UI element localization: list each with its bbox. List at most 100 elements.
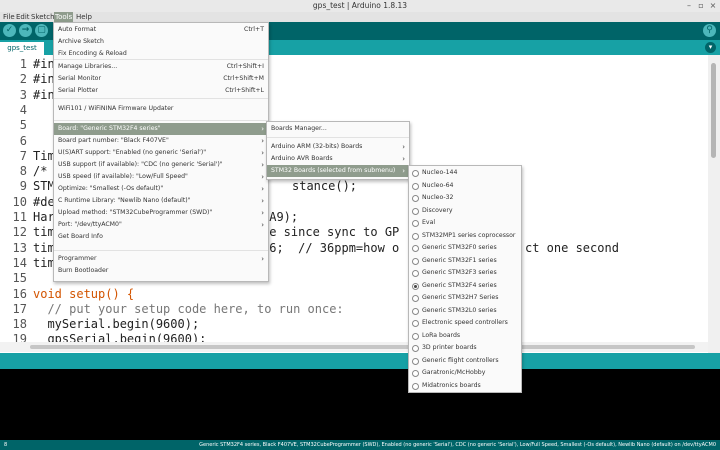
radio-icon (412, 307, 419, 315)
stm32-board-item[interactable]: Nucleo-32 (409, 192, 521, 204)
menu-separator (54, 59, 268, 60)
code-line: #in (33, 57, 55, 71)
tools-menu-item[interactable]: WiFi101 / WiFiNINA Firmware Updater (54, 103, 268, 115)
menu-bar: File Edit Sketch Tools Help (0, 12, 720, 22)
boards-menu-item[interactable]: Arduino AVR Boards › (267, 153, 409, 165)
boards-menu-item[interactable]: Boards Manager... (267, 123, 409, 135)
code-line: void setup() { (33, 286, 135, 301)
tab-gps-test[interactable]: gps_test (0, 42, 44, 55)
stm32-board-item[interactable]: Nucleo-144 (409, 167, 521, 179)
line-number-gutter: 1 (19, 57, 27, 71)
menu-tools[interactable]: Tools (54, 12, 74, 22)
stm32-board-item[interactable]: Generic STM32F0 series (409, 242, 521, 254)
tools-menu-item[interactable]: Port: "/dev/ttyACM0" › (54, 219, 268, 231)
stm32-board-item[interactable]: LoRa boards (409, 330, 521, 342)
menu-help[interactable]: Help (75, 12, 93, 22)
tools-menu-item[interactable]: Upload method: "STM32CubeProgrammer (SWD… (54, 207, 268, 219)
hscroll-thumb[interactable] (30, 345, 695, 349)
tools-menu-item[interactable]: USB speed (if available): "Low/Full Spee… (54, 171, 268, 183)
submenu-arrow-icon: › (261, 197, 264, 205)
stm32-board-item[interactable]: Generic STM32H7 Series (409, 292, 521, 304)
tools-menu-item-label: USB speed (if available): "Low/Full Spee… (58, 173, 188, 180)
submenu-arrow-icon: › (402, 143, 405, 151)
stm32-board-item[interactable]: Generic STM32F4 series (409, 280, 521, 292)
status-bar: 8 Generic STM32F4 series, Black F407VE, … (0, 440, 720, 450)
line-number-gutter: 13 (12, 240, 27, 255)
tools-menu-item[interactable]: Archive Sketch (54, 36, 268, 48)
stm32-board-label: LoRa boards (422, 331, 461, 339)
line-number-gutter: 14 (12, 255, 27, 270)
tools-menu-item[interactable]: USB support (if available): "CDC (no gen… (54, 159, 268, 171)
submenu-arrow-icon: › (261, 125, 264, 133)
stm32-board-item[interactable]: Eval (409, 217, 521, 229)
tools-menu-item-label: Board: "Generic STM32F4 series" (58, 125, 161, 132)
tools-menu-item[interactable]: Manage Libraries... Ctrl+Shift+I (54, 61, 268, 73)
radio-icon (412, 357, 419, 365)
tools-menu-item[interactable]: U(S)ART support: "Enabled (no generic 'S… (54, 147, 268, 159)
vertical-scrollbar[interactable] (708, 55, 720, 353)
line-number-gutter: 6 (19, 133, 27, 148)
radio-icon (412, 370, 419, 377)
maximize-icon[interactable]: ▫ (696, 1, 706, 11)
line-number-gutter: 2 (19, 72, 27, 87)
tools-menu-item[interactable]: Serial Monitor Ctrl+Shift+M (54, 73, 268, 85)
menu-sketch[interactable]: Sketch (30, 12, 56, 22)
stm32-board-item[interactable]: Nucleo-64 (409, 180, 521, 192)
stm32-board-item[interactable]: Generic flight controllers (409, 355, 521, 367)
menu-edit[interactable]: Edit (15, 12, 31, 22)
stm32-board-item[interactable]: Garatronic/McHobby (409, 367, 521, 379)
tools-menu-item[interactable]: Board: "Generic STM32F4 series" › (54, 123, 268, 135)
line-number-gutter: 3 (19, 87, 27, 102)
stm32-board-item[interactable]: STM32MP1 series coprocessor (409, 230, 521, 242)
tools-menu-item[interactable]: Programmer › (54, 253, 268, 265)
line-number-gutter: 18 (12, 317, 27, 332)
stm32-board-item[interactable]: Midatronics boards (409, 380, 521, 392)
tools-menu-item[interactable]: Burn Bootloader (54, 265, 268, 277)
horizontal-scrollbar[interactable] (0, 342, 708, 352)
stm32-board-item[interactable]: Generic STM32L0 series (409, 305, 521, 317)
tools-menu-item[interactable]: Serial Plotter Ctrl+Shift+L (54, 85, 268, 97)
tools-menu-item-label: Upload method: "STM32CubeProgrammer (SWD… (58, 209, 213, 216)
submenu-arrow-icon: › (261, 161, 264, 169)
stm32-board-item[interactable]: Generic STM32F3 series (409, 267, 521, 279)
tools-menu-item[interactable]: Get Board Info (54, 231, 268, 243)
radio-icon (412, 207, 419, 215)
serial-monitor-icon[interactable]: ⚲ (703, 24, 716, 37)
submenu-arrow-icon: › (261, 149, 264, 157)
radio-icon (412, 295, 419, 302)
radio-icon (412, 282, 419, 290)
minimize-icon[interactable]: – (684, 1, 694, 11)
boards-submenu: Boards Manager... Arduino ARM (32-bits) B… (266, 121, 410, 180)
close-icon[interactable]: × (708, 1, 718, 11)
stm32-board-item[interactable]: Discovery (409, 205, 521, 217)
submenu-arrow-icon: › (261, 209, 264, 217)
stm32-board-item[interactable]: Generic STM32F1 series (409, 255, 521, 267)
stm32-board-label: Eval (422, 219, 436, 226)
stm32-board-item[interactable]: Electronic speed controllers (409, 317, 521, 329)
tools-menu: Auto Format Ctrl+T Archive Sketch Fix Encod… (53, 22, 269, 282)
title-bar: gps_test | Arduino 1.8.13 – ▫ × (0, 0, 720, 12)
stm32-board-label: STM32MP1 series coprocessor (422, 231, 516, 239)
scroll-thumb[interactable] (711, 63, 716, 158)
boards-menu-item[interactable]: STM32 Boards (selected from submenu) › (267, 165, 409, 177)
tools-menu-item[interactable]: C Runtime Library: "Newlib Nano (default… (54, 195, 268, 207)
stm32-board-label: Nucleo-32 (422, 194, 454, 201)
stm32-board-item[interactable]: 3D printer boards (409, 342, 521, 354)
code-line: #de (33, 194, 55, 209)
menu-file[interactable]: File (2, 12, 16, 22)
upload-icon[interactable]: → (19, 24, 32, 37)
tools-menu-item[interactable]: Auto Format Ctrl+T (54, 24, 268, 36)
board-info: Generic STM32F4 series, Black F407VE, ST… (199, 442, 716, 448)
new-icon[interactable]: ▢ (35, 24, 48, 37)
boards-menu-item[interactable]: Arduino ARM (32-bits) Boards › (267, 141, 409, 153)
stm32-board-label: Electronic speed controllers (422, 319, 508, 326)
verify-icon[interactable]: ✓ (3, 24, 16, 37)
radio-icon (412, 270, 419, 277)
code-line: #in (33, 72, 55, 87)
tools-menu-item-label: Programmer (58, 255, 97, 262)
tools-menu-item[interactable]: Optimize: "Smallest (-Os default)" › (54, 183, 268, 195)
code-line: STM (33, 179, 55, 194)
tools-menu-item[interactable]: Board part number: "Black F407VE" › (54, 135, 268, 147)
radio-icon (412, 382, 419, 390)
tab-menu-icon[interactable]: ▾ (705, 42, 716, 53)
